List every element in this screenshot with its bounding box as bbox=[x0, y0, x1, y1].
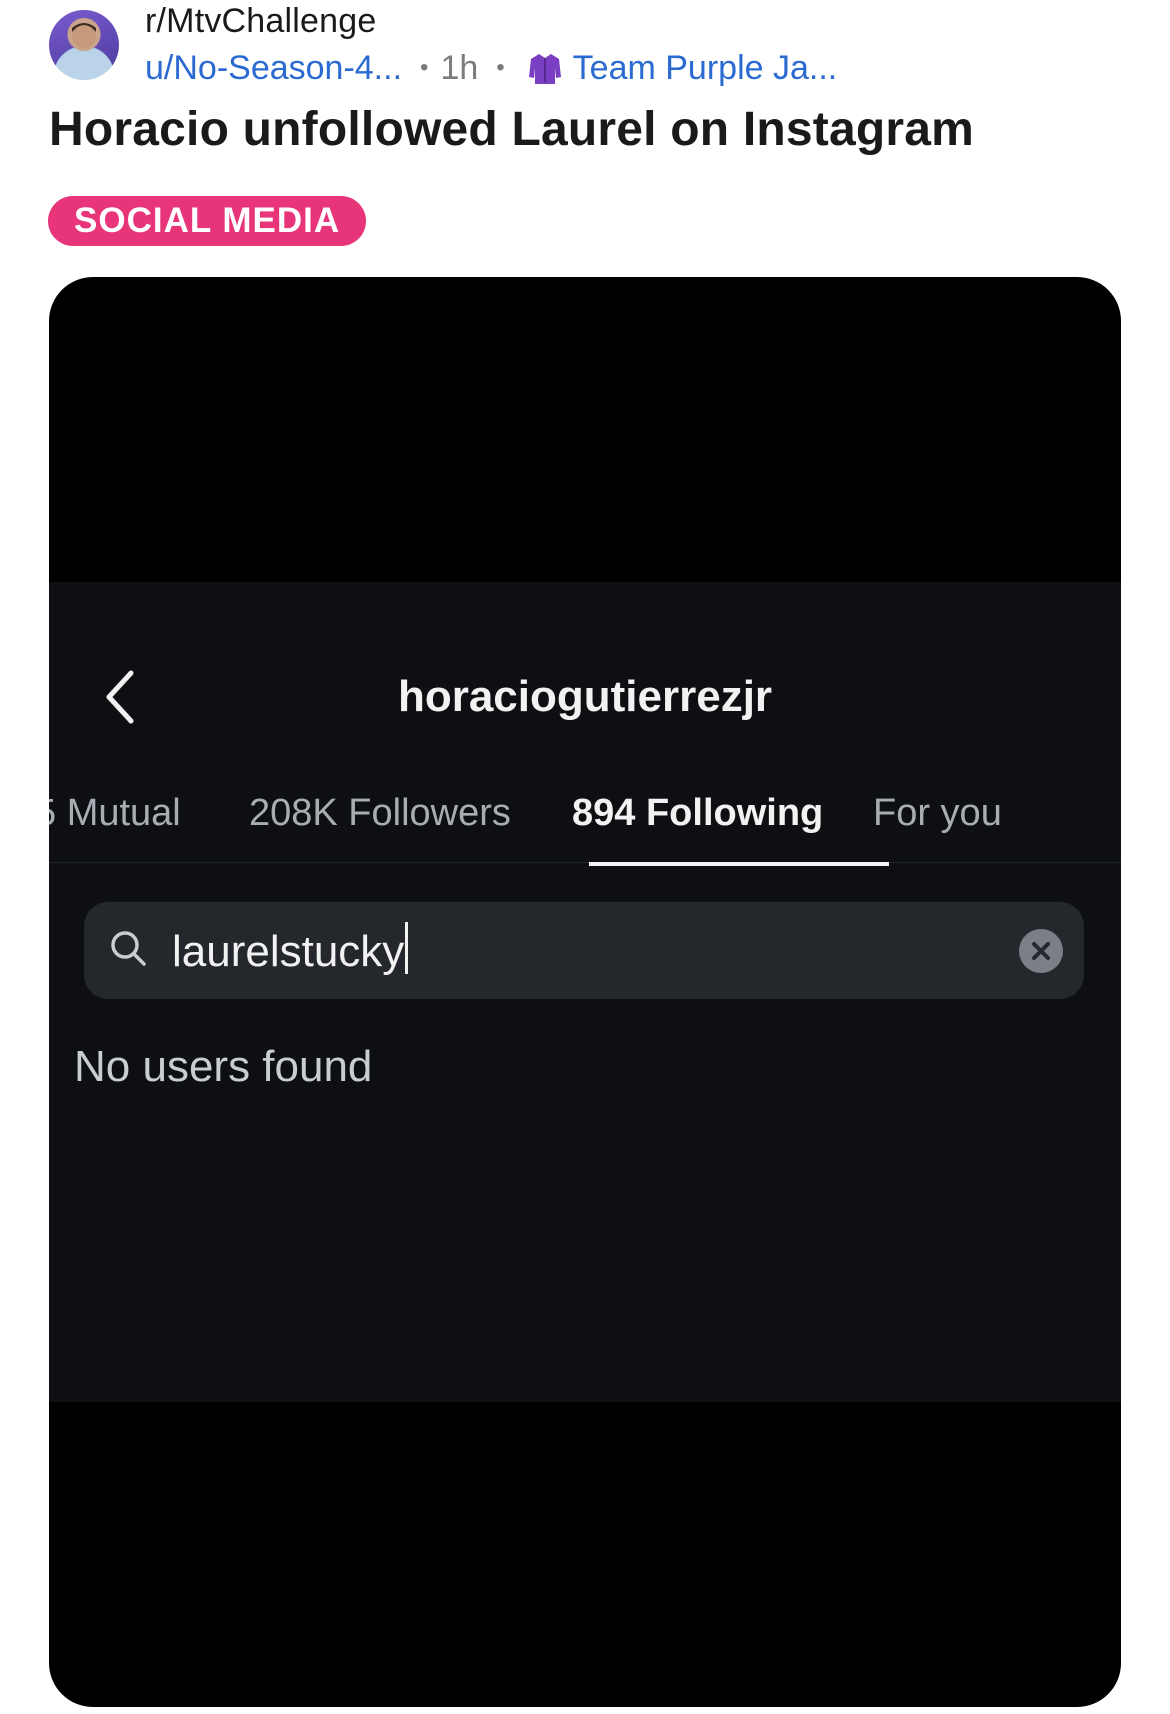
user-flair[interactable]: Team Purple Ja... bbox=[573, 49, 838, 88]
post-image[interactable]: horaciogutierrezjr 5 Mutual 208K Followe… bbox=[49, 277, 1121, 1707]
post-age: 1h bbox=[440, 48, 479, 87]
search-value: laurelstucky bbox=[172, 927, 405, 976]
active-tab-indicator bbox=[589, 862, 889, 866]
tab-following: 894 Following bbox=[572, 792, 824, 834]
subreddit-name[interactable]: r/MtvChallenge bbox=[145, 2, 376, 41]
post-meta: u/No-Season-4... • 1h • Team Purple Ja..… bbox=[145, 46, 837, 90]
clear-x-icon bbox=[1019, 929, 1063, 973]
profile-tabs: 5 Mutual 208K Followers 894 Following Fo… bbox=[49, 792, 1121, 866]
avatar-person-icon bbox=[61, 23, 107, 80]
meta-separator: • bbox=[420, 54, 429, 81]
instagram-screenshot: horaciogutierrezjr 5 Mutual 208K Followe… bbox=[49, 582, 1121, 1402]
tab-followers: 208K Followers bbox=[249, 792, 511, 834]
search-input: laurelstucky bbox=[172, 922, 409, 977]
empty-state-message: No users found bbox=[74, 1042, 373, 1091]
meta-separator: • bbox=[496, 54, 505, 81]
post-title[interactable]: Horacio unfollowed Laurel on Instagram bbox=[49, 102, 974, 157]
post-header: r/MtvChallenge u/No-Season-4... • 1h • T… bbox=[0, 0, 1170, 90]
search-field: laurelstucky bbox=[84, 902, 1084, 999]
purple-jacket-icon bbox=[527, 50, 563, 86]
text-caret bbox=[405, 922, 409, 974]
post-flair-tag[interactable]: SOCIAL MEDIA bbox=[48, 196, 367, 246]
author-link[interactable]: u/No-Season-4... bbox=[145, 49, 402, 88]
tab-for-you: For you bbox=[873, 792, 1002, 834]
profile-username: horaciogutierrezjr bbox=[397, 672, 773, 721]
tab-mutual: 5 Mutual bbox=[49, 792, 181, 834]
avatar[interactable] bbox=[49, 10, 119, 80]
search-icon bbox=[108, 928, 148, 973]
